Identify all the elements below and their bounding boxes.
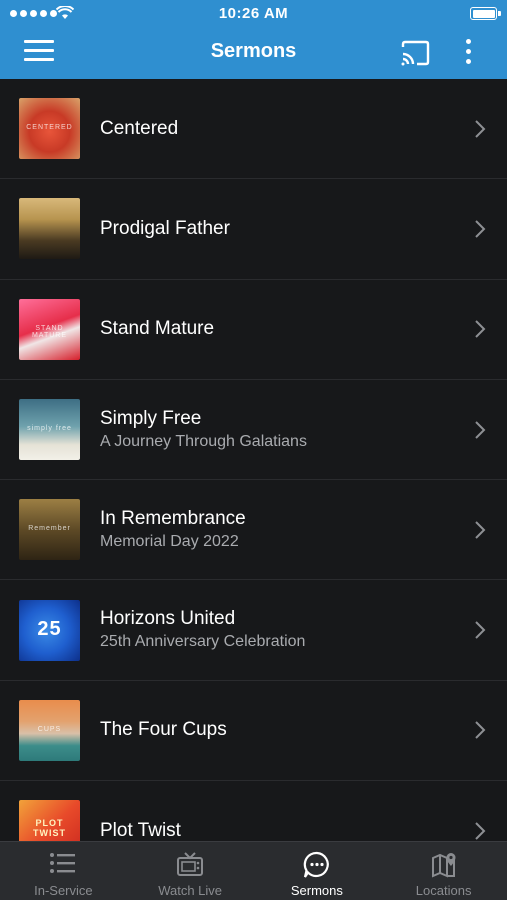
tab-label: Locations — [415, 883, 472, 898]
sermon-row-simply-free[interactable]: simply free Simply Free A Journey Throug… — [0, 380, 507, 481]
status-bar: 10:26 AM — [0, 0, 507, 28]
sermon-subtitle: 25th Anniversary Celebration — [100, 633, 306, 651]
tab-bar: In-Service Watch Live Sermons Locations — [0, 841, 507, 900]
tab-locations[interactable]: Locations — [380, 842, 507, 900]
sermon-title: Centered — [100, 117, 179, 139]
sermon-row-prodigal-father[interactable]: Prodigal Father — [0, 179, 507, 280]
tab-label: Watch Live — [158, 883, 223, 898]
battery-icon — [470, 7, 501, 20]
tv-icon — [177, 852, 204, 876]
sermon-thumbnail: STAND MATURE — [19, 298, 80, 360]
tab-label: In-Service — [34, 883, 93, 898]
thumbnail-text: CUPS — [37, 725, 62, 733]
tab-in-service[interactable]: In-Service — [0, 842, 127, 900]
sermon-title: Horizons United — [100, 608, 236, 630]
tab-sermons[interactable]: Sermons — [254, 842, 381, 900]
sermon-title: In Remembrance — [100, 507, 246, 529]
sermon-thumbnail: simply free — [19, 399, 80, 461]
sermon-thumbnail: Remember — [19, 499, 80, 561]
sermon-row-stand-mature[interactable]: STAND MATURE Stand Mature — [0, 280, 507, 380]
cast-icon[interactable] — [400, 40, 430, 66]
sermon-thumbnail: 25 — [19, 599, 80, 661]
thumbnail-text: Remember — [28, 525, 71, 533]
sermon-row-the-four-cups[interactable]: CUPS The Four Cups — [0, 681, 507, 782]
sermon-thumbnail: PLOT TWIST — [19, 800, 80, 841]
map-pin-icon — [431, 853, 456, 878]
thumbnail-text: PLOT TWIST — [33, 818, 66, 839]
sermon-row-plot-twist[interactable]: PLOT TWIST Plot Twist — [0, 781, 507, 841]
chevron-right-icon — [475, 621, 486, 639]
list-icon — [50, 853, 76, 873]
sermon-subtitle: Memorial Day 2022 — [100, 532, 239, 550]
sermon-thumbnail: CENTERED — [19, 98, 80, 160]
sermon-thumbnail — [19, 198, 80, 260]
tab-label: Sermons — [290, 883, 343, 898]
sermon-list: CENTERED Centered Prodigal Father STAND … — [0, 79, 507, 841]
sermon-title: Simply Free — [100, 407, 202, 429]
sermon-title: Plot Twist — [100, 819, 181, 841]
sermon-subtitle: A Journey Through Galatians — [100, 432, 307, 450]
status-time: 10:26 AM — [218, 5, 289, 22]
sermon-title: Stand Mature — [100, 318, 215, 340]
thumbnail-text: simply free — [27, 425, 72, 433]
chevron-right-icon — [475, 721, 486, 740]
sermon-row-centered[interactable]: CENTERED Centered — [0, 79, 507, 180]
more-vertical-icon[interactable] — [458, 39, 478, 67]
chevron-right-icon — [475, 119, 486, 138]
sermon-row-horizons-united[interactable]: 25 Horizons United 25th Anniversary Cele… — [0, 580, 507, 681]
chevron-right-icon — [475, 521, 486, 539]
chevron-right-icon — [475, 822, 486, 840]
thumbnail-text: STAND MATURE — [31, 324, 68, 339]
tab-watch-live[interactable]: Watch Live — [127, 842, 254, 900]
chat-bubble-icon — [303, 851, 329, 878]
chevron-right-icon — [475, 220, 486, 238]
sermon-title: Prodigal Father — [100, 217, 230, 239]
sermon-thumbnail: CUPS — [19, 699, 80, 761]
page-title: Sermons — [210, 40, 297, 62]
thumbnail-text: 25 — [37, 617, 62, 640]
thumbnail-text: CENTERED — [26, 124, 73, 132]
sermon-row-in-remembrance[interactable]: Remember In Remembrance Memorial Day 202… — [0, 480, 507, 581]
sermon-title: The Four Cups — [100, 719, 227, 741]
app-header: 10:26 AM Sermons — [0, 0, 507, 79]
chevron-right-icon — [475, 320, 486, 338]
nav-bar: Sermons — [0, 28, 507, 79]
chevron-right-icon — [475, 420, 486, 439]
